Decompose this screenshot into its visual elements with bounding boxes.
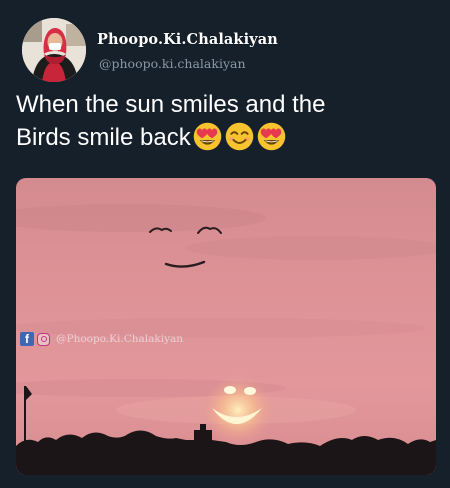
instagram-icon [37, 332, 50, 346]
display-name[interactable]: Phoopo.Ki.Chalakiyan [97, 31, 278, 48]
tweet-photo[interactable]: f @Phoopo.Ki.Chalakiyan [16, 178, 436, 475]
smiling-face-emoji [225, 122, 253, 151]
tweet-text-line-2-text: Birds smile back [16, 124, 191, 151]
tweet-text-line-2: Birds smile back [16, 121, 436, 154]
photo-watermark: f @Phoopo.Ki.Chalakiyan [20, 332, 183, 346]
profile-avatar[interactable] [22, 18, 86, 82]
heart-eyes-emoji [193, 122, 221, 151]
username[interactable]: @phoopo.ki.chalakiyan [99, 56, 246, 71]
heart-eyes-emoji [257, 122, 285, 151]
tweet-text-line-1: When the sun smiles and the [16, 91, 326, 118]
tweet-text: When the sun smiles and the Birds smile … [16, 88, 436, 154]
watermark-text: @Phoopo.Ki.Chalakiyan [56, 333, 184, 345]
tweet-card: Phoopo.Ki.Chalakiyan @phoopo.ki.chalakiy… [0, 0, 450, 488]
sunset-smile-image [16, 178, 436, 475]
facebook-icon: f [20, 332, 34, 346]
